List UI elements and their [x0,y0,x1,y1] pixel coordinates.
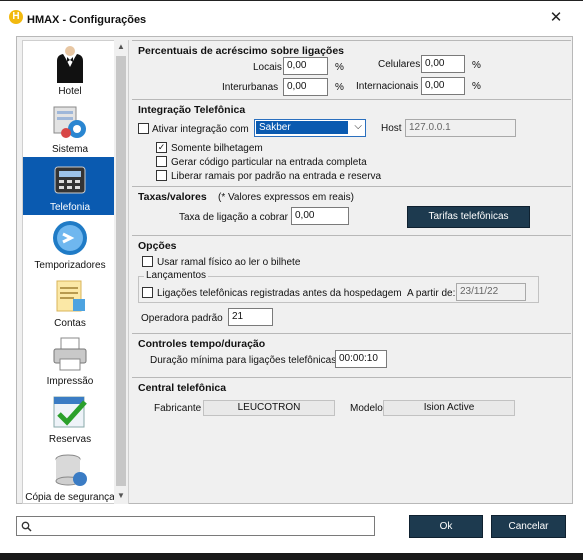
database-backup-icon [55,454,87,486]
integracao-title: Integração Telefônica [138,104,246,116]
sidebar-item-label: Reservas [48,434,92,445]
ligacoes-antes-checkbox[interactable] [142,287,153,298]
sidebar-item-label: Impressão [46,376,94,387]
percentuais-title: Percentuais de acréscimo sobre ligações [138,45,345,57]
modelo-label: Modelo [350,403,383,414]
butler-icon [57,46,83,83]
interurbanas-label: Interurbanas [222,82,279,93]
percent-sign: % [335,62,344,73]
scroll-up-icon[interactable]: ▲ [114,40,128,54]
telephone-icon [54,166,86,194]
usar-ramal-checkbox[interactable] [142,256,153,267]
integracao-section: Integração Telefônica Ativar integração … [132,99,571,185]
usar-ramal-label: Usar ramal físico ao ler o bilhete [157,257,301,268]
internacionais-label: Internacionais [356,81,419,92]
central-section: Central telefônica Fabricante LEUCOTRON … [132,377,571,422]
sidebar-item-sistema[interactable]: Sistema [23,99,117,157]
sidebar-item-copia-de-seguranca[interactable]: Cópia de segurança [23,447,117,505]
central-title: Central telefônica [138,382,227,394]
controles-section: Controles tempo/duração Duração mínima p… [132,333,571,376]
celulares-input[interactable]: 0,00 [421,55,465,73]
operadora-label: Operadora padrão [141,313,223,324]
sidebar-item-reservas[interactable]: Reservas [23,389,117,447]
somente-bilhetagem-label: Somente bilhetagem [171,143,263,154]
taxas-section: Taxas/valores (* Valores expressos em re… [132,186,571,234]
percent-sign: % [472,81,481,92]
liberar-ramais-label: Liberar ramais por padrão na entrada e r… [171,171,382,182]
gerar-codigo-checkbox[interactable] [156,156,167,167]
fabricante-value: LEUCOTRON [203,400,335,416]
sidebar-item-label: Telefonia [49,202,91,213]
receipt-icon [56,280,85,312]
sidebar-item-temporizadores[interactable]: Temporizadores [23,215,117,273]
reservation-check-icon [53,396,87,428]
gerar-codigo-label: Gerar código particular na entrada compl… [171,157,367,168]
timer-icon [53,221,87,255]
modelo-value: Ision Active [383,400,515,416]
locais-label: Locais [253,62,282,73]
search-input[interactable] [16,516,375,536]
close-icon[interactable]: ✕ [548,10,564,26]
sidebar-item-label: Hotel [58,86,82,97]
sidebar: Hotel Sistema Telefonia Temporizadores C… [22,40,129,504]
ok-button[interactable]: Ok [409,515,483,538]
scroll-down-icon[interactable]: ▼ [114,489,128,503]
operadora-input[interactable]: 21 [228,308,273,326]
duracao-label: Duração mínima para ligações telefônicas [150,355,337,366]
bottom-edge [0,553,583,560]
ativar-integracao-checkbox[interactable] [138,123,149,134]
internacionais-input[interactable]: 0,00 [421,77,465,95]
host-input[interactable]: 127.0.0.1 [405,119,516,137]
opcoes-title: Opções [138,240,177,252]
taxa-ligacao-input[interactable]: 0,00 [291,207,349,225]
search-icon [21,521,32,532]
chevron-down-icon: ⌵ [354,121,362,132]
percent-sign: % [335,82,344,93]
integration-system-value: Sakber [256,121,348,134]
system-gears-icon [53,106,86,138]
duracao-input[interactable]: 00:00:10 [335,350,387,368]
fabricante-label: Fabricante [154,403,202,414]
lancamentos-label: Lançamentos [144,270,209,281]
sidebar-item-impressao[interactable]: Impressão [23,331,117,389]
app-logo-icon: H [9,10,23,24]
tarifas-telefonicas-button[interactable]: Tarifas telefônicas [407,206,530,228]
percent-sign: % [472,60,481,71]
sidebar-item-contas[interactable]: Contas [23,273,117,331]
sidebar-item-label: Cópia de segurança [25,492,115,503]
window-title: HMAX - Configurações [27,14,147,26]
taxa-ligacao-label: Taxa de ligação a cobrar [179,212,288,223]
host-label: Host [381,123,402,134]
content-empty-area [132,423,571,503]
ligacoes-antes-label: Ligações telefônicas registradas antes d… [157,288,402,299]
ativar-integracao-label: Ativar integração com [152,124,249,135]
opcoes-section: Opções Usar ramal físico ao ler o bilhet… [132,235,571,332]
sidebar-item-label: Contas [54,318,86,329]
taxas-title: Taxas/valores [138,191,207,203]
taxas-note: (* Valores expressos em reais) [218,192,354,203]
interurbanas-input[interactable]: 0,00 [283,78,328,96]
celulares-label: Celulares [378,59,421,70]
sidebar-item-hotel[interactable]: Hotel [23,41,117,99]
scrollbar-thumb[interactable] [116,56,126,486]
a-partir-label: A partir de: [407,288,456,299]
controles-title: Controles tempo/duração [138,338,266,350]
a-partir-input[interactable]: 23/11/22 [456,283,526,301]
integration-system-select[interactable]: Sakber ⌵ [254,119,366,137]
locais-input[interactable]: 0,00 [283,57,328,75]
cancel-button[interactable]: Cancelar [491,515,566,538]
sidebar-item-telefonia[interactable]: Telefonia [23,157,117,215]
printer-icon [53,337,87,371]
sidebar-item-label: Temporizadores [34,260,106,271]
somente-bilhetagem-checkbox[interactable]: ✓ [156,142,167,153]
percentuais-section: Percentuais de acréscimo sobre ligações … [132,40,571,98]
liberar-ramais-checkbox[interactable] [156,170,167,181]
sidebar-item-label: Sistema [51,144,89,155]
